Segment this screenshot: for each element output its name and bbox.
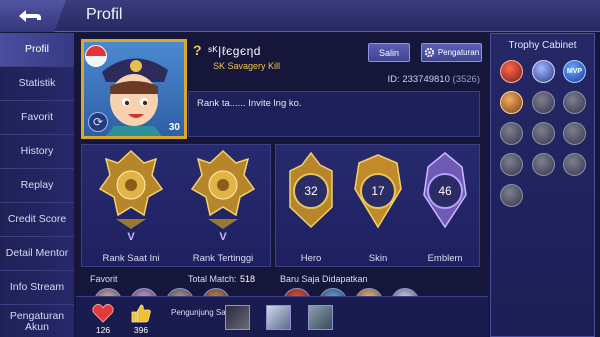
player-id: ID: 233749810 (3526) xyxy=(388,74,480,85)
emblem-label: Emblem xyxy=(427,253,463,264)
emblem-stat[interactable]: 46 Emblem xyxy=(412,145,478,268)
recent-title: Baru Saja Didapatkan xyxy=(280,274,368,284)
sidebar-item-info-stream[interactable]: Info Stream xyxy=(0,271,74,305)
emblem-count: 46 xyxy=(438,184,452,198)
thumbs-count: 396 xyxy=(133,325,149,335)
hero-label: Hero xyxy=(300,253,322,264)
trophy-slot-locked[interactable] xyxy=(563,91,586,114)
trophy-slot-locked[interactable] xyxy=(563,153,586,176)
heart-icon[interactable] xyxy=(92,303,114,323)
sidebar-item-credit-score[interactable]: Credit Score xyxy=(0,203,74,237)
unknown-rank-mark: ? xyxy=(193,42,202,58)
player-id-label: ID: xyxy=(387,74,400,85)
mythic-rank-emblem-icon xyxy=(98,149,164,229)
back-arrow-icon xyxy=(19,10,41,22)
bottom-bar: 126 396 Pengunjung Saya xyxy=(76,296,488,337)
total-match-label: Total Match: xyxy=(188,274,237,284)
signature-text[interactable]: Rank ta...... Invite lng ko. xyxy=(188,91,480,137)
trophy-slot-locked[interactable] xyxy=(500,122,523,145)
sidebar-item-detail-mentor[interactable]: Detail Mentor xyxy=(0,237,74,271)
country-flag-icon xyxy=(85,45,107,67)
sidebar-item-statistik[interactable]: Statistik xyxy=(0,67,74,101)
favorites-title: Favorit xyxy=(90,274,118,284)
trophy-slot-locked[interactable] xyxy=(500,153,523,176)
sidebar-item-pengaturan-akun[interactable]: Pengaturan Akun xyxy=(0,305,74,337)
copy-button-label: Salin xyxy=(378,47,399,58)
sidebar-item-label: Detail Mentor xyxy=(5,247,69,259)
skin-stat[interactable]: 17 Skin xyxy=(345,145,411,268)
sidebar-item-profil[interactable]: Profil xyxy=(0,33,74,67)
sidebar-item-favorit[interactable]: Favorit xyxy=(0,101,74,135)
rank-current-label: Rank Saat Ini xyxy=(102,253,160,264)
top-bar: Profil xyxy=(0,0,600,32)
trophy-cabinet: Trophy Cabinet MVP xyxy=(490,33,595,337)
rank-tier: V xyxy=(127,231,135,243)
gear-icon xyxy=(424,47,434,58)
sidebar-item-label: Replay xyxy=(20,179,54,191)
skin-count: 17 xyxy=(371,184,385,198)
sidebar-item-label: Statistik xyxy=(18,77,56,89)
profile-main: ⟳ 30 ? ˢᴷ|ℓєgєηd SK Savagery Kill Salin … xyxy=(76,33,486,337)
player-level: 30 xyxy=(168,122,180,133)
sidebar-item-label: Pengaturan Akun xyxy=(9,309,65,333)
current-rank[interactable]: V Rank Saat Ini xyxy=(86,145,176,268)
visitor-avatar-2[interactable] xyxy=(266,305,291,330)
sidebar-item-replay[interactable]: Replay xyxy=(0,169,74,203)
page-title: Profil xyxy=(86,6,123,23)
likes-count: 126 xyxy=(95,325,111,335)
trophy-cabinet-title: Trophy Cabinet xyxy=(508,40,577,51)
stats-panel: 32 Hero 17 Skin 46 Emblem xyxy=(275,144,480,267)
skin-label: Skin xyxy=(368,253,388,264)
sidebar-item-label: History xyxy=(20,145,54,157)
sidebar: Profil Statistik Favorit History Replay … xyxy=(0,33,74,337)
visitor-avatar-3[interactable] xyxy=(308,305,333,330)
sidebar-item-history[interactable]: History xyxy=(0,135,74,169)
trophy-badge-mvp[interactable]: MVP xyxy=(563,60,586,83)
trophy-badge-1[interactable] xyxy=(500,60,523,83)
settings-button[interactable]: Pengaturan xyxy=(421,43,482,62)
trophy-slot-locked[interactable] xyxy=(500,184,523,207)
hero-stat[interactable]: 32 Hero xyxy=(278,145,344,268)
trophy-slot-locked[interactable] xyxy=(532,91,555,114)
thumbs-up-icon[interactable] xyxy=(130,303,152,323)
visitor-avatar-1[interactable] xyxy=(225,305,250,330)
sidebar-item-label: Favorit xyxy=(20,111,54,123)
hero-count: 32 xyxy=(304,184,318,198)
player-id-value: 233749810 xyxy=(402,74,450,85)
rank-highest-label: Rank Tertinggi xyxy=(192,253,254,264)
mvp-text: MVP xyxy=(566,68,583,75)
highest-rank[interactable]: V Rank Tertinggi xyxy=(178,145,268,268)
sidebar-item-label: Info Stream xyxy=(9,281,65,293)
back-button[interactable] xyxy=(0,0,66,32)
settings-button-label: Pengaturan xyxy=(437,48,480,57)
sidebar-item-label: Credit Score xyxy=(7,213,67,225)
sidebar-item-label: Profil xyxy=(25,43,49,55)
trophy-badge-4[interactable] xyxy=(500,91,523,114)
trophy-slot-locked[interactable] xyxy=(532,122,555,145)
rank-panel: V Rank Saat Ini V Rank Tertinggi xyxy=(81,144,271,267)
refresh-icon[interactable]: ⟳ xyxy=(88,112,108,132)
copy-button[interactable]: Salin xyxy=(368,43,410,62)
mythic-rank-emblem-icon xyxy=(190,149,256,229)
trophy-slot-locked[interactable] xyxy=(563,122,586,145)
squad-name: SK Savagery Kill xyxy=(213,61,281,71)
player-name: ˢᴷ|ℓєgєηd xyxy=(208,44,261,58)
trophy-badge-2[interactable] xyxy=(532,60,555,83)
server-id: (3526) xyxy=(452,74,480,85)
trophy-slot-locked[interactable] xyxy=(532,153,555,176)
total-match-value: 518 xyxy=(240,274,256,284)
rank-tier: V xyxy=(219,231,227,243)
avatar[interactable]: ⟳ 30 xyxy=(81,39,187,139)
